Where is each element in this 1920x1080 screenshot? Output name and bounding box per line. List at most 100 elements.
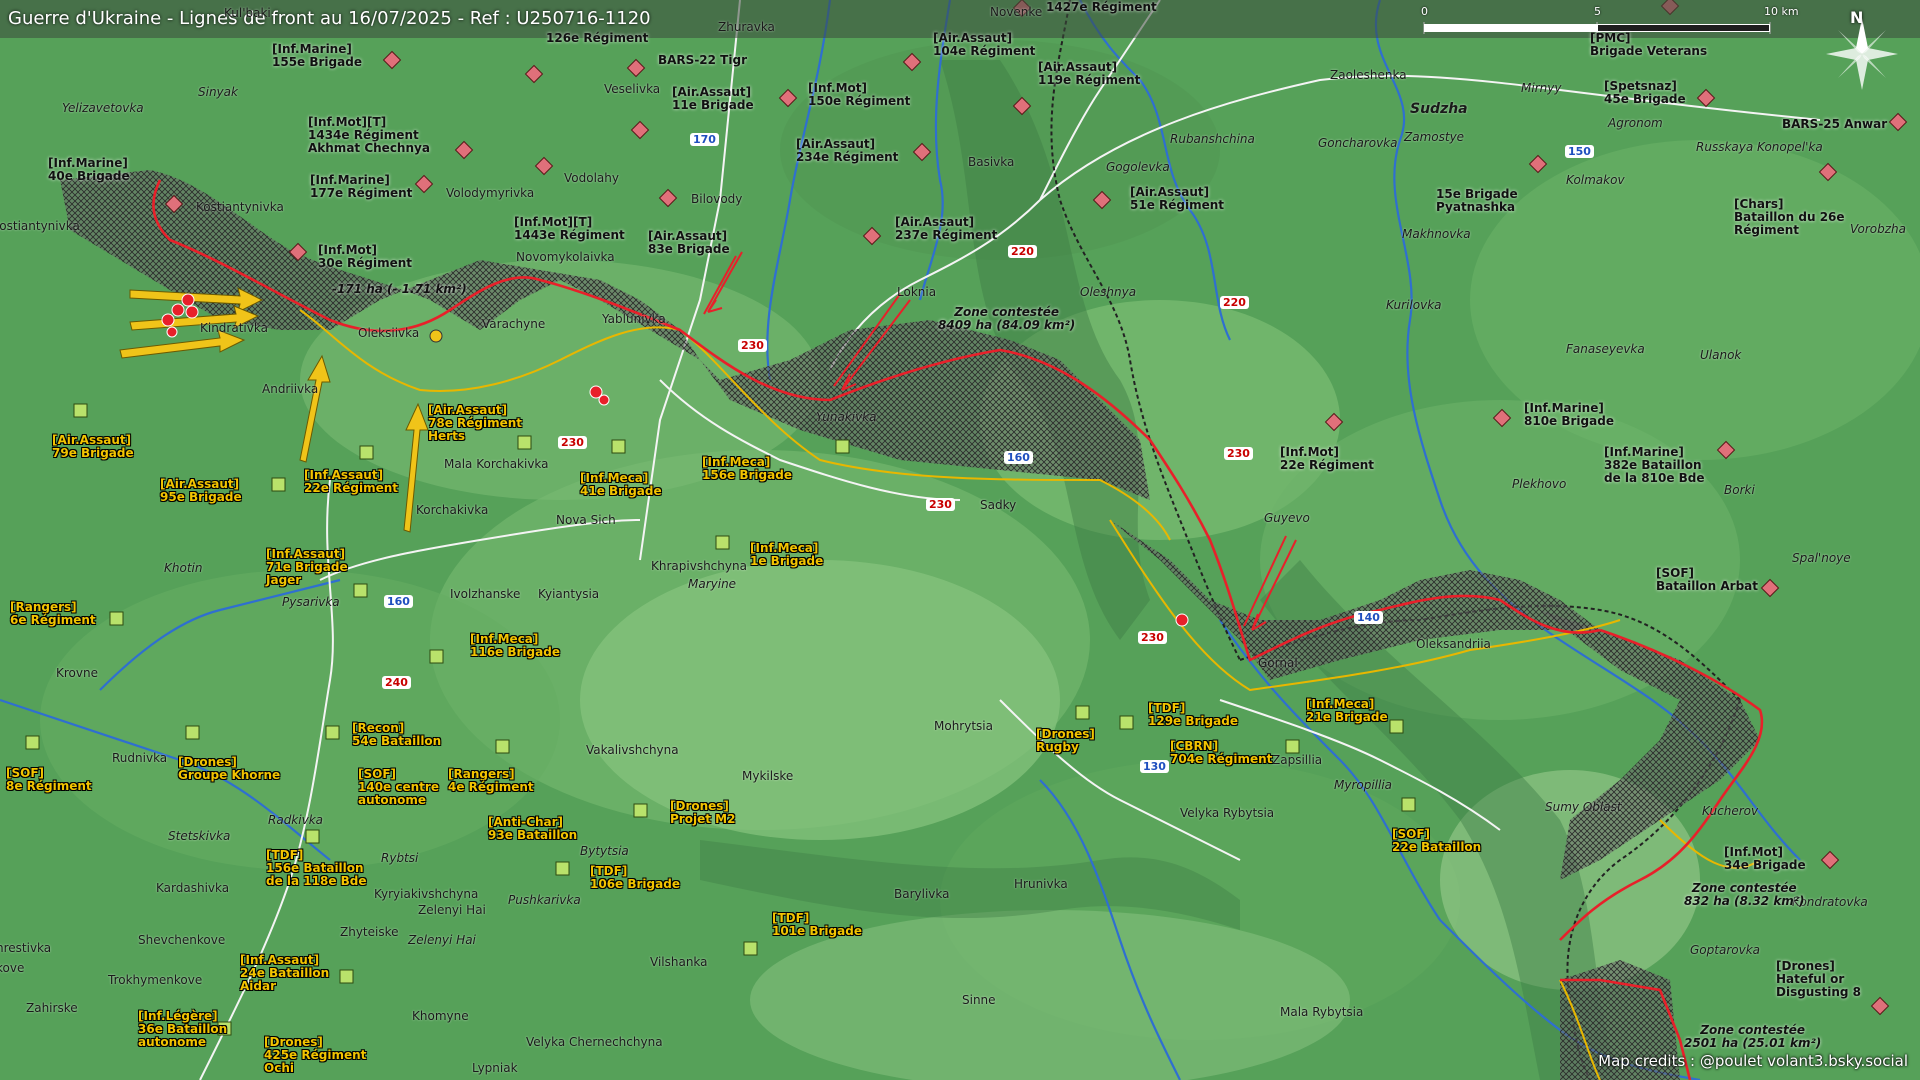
road-number: 230 — [738, 339, 767, 352]
contested-zone-label: Zone contestée 2501 ha (25.01 km²) — [1684, 1023, 1822, 1050]
place-label: Zapsillia — [1272, 753, 1323, 767]
road-number: 220 — [1008, 245, 1037, 258]
ukrainian-unit-label: [Inf.Assaut] 22e Régiment — [304, 468, 399, 495]
place-label: Barylivka — [894, 887, 950, 901]
ukrainian-unit-label: [Rangers] 6e Régiment — [10, 600, 96, 627]
place-label: Zhuravka — [718, 20, 775, 34]
road-number: 160 — [384, 595, 413, 608]
road-number: 230 — [926, 498, 955, 511]
ukrainian-unit-label: [Inf.Assaut] 71e Brigade Jager — [266, 547, 348, 587]
place-label: Khotin — [164, 561, 203, 575]
road-number: 240 — [382, 676, 411, 689]
place-label: Zelenyi Hai — [408, 933, 476, 947]
place-label: Zahirske — [26, 1001, 78, 1015]
place-label: Zhyteiske — [340, 925, 399, 939]
ukrainian-unit-label: [Anti-Char] 93e Bataillon — [488, 815, 578, 842]
ukrainian-unit-label: [Air.Assaut] 78e Régiment Herts — [428, 403, 523, 443]
place-label: Kurilovka — [1386, 298, 1442, 312]
place-label: Kindrativka — [200, 321, 268, 335]
russian-unit-label: [Inf.Marine] 177e Régiment — [310, 173, 413, 200]
place-label: Maryine — [688, 577, 737, 591]
place-label: Mala Korchakivka — [444, 457, 549, 471]
place-label: Vorobzha — [1850, 222, 1906, 236]
place-label: Khomyne — [412, 1009, 469, 1023]
place-label: hrestivka — [0, 941, 52, 955]
russian-unit-label: [Air.Assaut] 83e Brigade — [648, 229, 730, 256]
ukrainian-unit-label: [Inf.Meca] 156e Brigade — [702, 455, 792, 482]
place-label: Oleksandriia — [1416, 637, 1491, 651]
place-label: Yablunivka — [602, 312, 666, 326]
place-label: Guyevo — [1264, 511, 1310, 525]
place-label: Makhnovka — [1402, 227, 1471, 241]
place-label: Varachyne — [482, 317, 546, 331]
road-number: 230 — [1224, 447, 1253, 460]
place-label: Yelizavetovka — [62, 101, 144, 115]
place-label: Kucherov — [1702, 804, 1759, 818]
ukrainian-unit-label: [Air.Assaut] 79e Brigade — [52, 433, 134, 460]
russian-unit-label: 15e Brigade Pyatnashka — [1436, 187, 1518, 214]
ukrainian-unit-label: [Drones] 425e Régiment Ochi — [264, 1035, 367, 1075]
ukrainian-unit-label: [TDF] 156e Bataillon de la 118e Bde — [266, 848, 367, 888]
place-label: Spal'noye — [1792, 551, 1851, 565]
place-label: Kardashivka — [156, 881, 230, 895]
place-label: Stetskivka — [168, 829, 231, 843]
place-label: Kolmakov — [1566, 173, 1625, 187]
ukrainian-unit-label: [CBRN] 704e Régiment — [1170, 739, 1273, 766]
place-label: Kul'baki — [224, 6, 271, 20]
russian-unit-label: [Inf.Marine] 155e Brigade — [272, 42, 362, 69]
place-label: Gornal — [1258, 656, 1298, 670]
russian-unit-label: 126e Régiment — [546, 31, 649, 45]
road-number: 130 — [1140, 760, 1169, 773]
place-label: Goptarovka — [1690, 943, 1760, 957]
place-label: Agronom — [1608, 116, 1663, 130]
ukrainian-unit-label: [Air.Assaut] 95e Brigade — [160, 477, 242, 504]
place-label: Volodymyrivka — [446, 186, 535, 200]
map-canvas[interactable] — [0, 0, 1920, 1080]
place-label: Mykilske — [742, 769, 794, 783]
north-label: N — [1850, 8, 1864, 27]
ukrainian-unit-label: [SOF] 8e Régiment — [6, 766, 92, 793]
place-label: Bilovody — [691, 192, 743, 206]
place-label: Myropillia — [1334, 778, 1393, 792]
russian-unit-label: BARS-25 Anwar — [1782, 117, 1888, 131]
map-title: Guerre d'Ukraine - Lignes de front au 16… — [8, 8, 651, 29]
russian-unit-label: [Inf.Mot] 22e Régiment — [1280, 445, 1375, 472]
place-label: Khrapivshchyna — [651, 559, 747, 573]
russian-unit-label: [Air.Assaut] 119e Régiment — [1038, 60, 1141, 87]
place-label: Velyka Chernechchyna — [526, 1035, 663, 1049]
place-label: Shevchenkove — [138, 933, 226, 947]
ukrainian-unit-label: [TDF] 129e Brigade — [1148, 701, 1238, 728]
scale-label-0: 0 — [1421, 5, 1428, 18]
russian-unit-label: 1427e Régiment — [1046, 0, 1157, 14]
place-label: Novomykolaivka — [516, 250, 615, 264]
place-label: Andriivka — [262, 382, 319, 396]
place-label: Gogolevka — [1106, 160, 1170, 174]
place-label: Loknia — [897, 285, 937, 299]
contested-zone-label: Zone contestée 8409 ha (84.09 km²) — [938, 305, 1076, 332]
place-label: Mohrytsia — [934, 719, 993, 733]
russian-unit-label: [Air.Assaut] 51e Régiment — [1130, 185, 1225, 212]
place-label: Borki — [1724, 483, 1755, 497]
place-label: Sinyak — [198, 85, 238, 99]
road-number: 220 — [1220, 296, 1249, 309]
russian-unit-label: [Inf.Mot][T] 1443e Régiment — [514, 215, 625, 242]
place-label: Krovne — [56, 666, 98, 680]
place-label: Kostiantynivka — [0, 219, 80, 233]
ukrainian-unit-label: [TDF] 106e Brigade — [590, 864, 680, 891]
contested-zone-label: Zone contestée 832 ha (8.32 km²) — [1684, 881, 1805, 908]
ukrainian-unit-label: [Inf.Meca] 1e Brigade — [750, 541, 824, 568]
place-label: Kyryiakivshchyna — [374, 887, 479, 901]
ukrainian-unit-label: [Inf.Légère] 36e Bataillon autonome — [138, 1009, 228, 1049]
ukrainian-unit-label: [Rangers] 4e Régiment — [448, 767, 534, 794]
place-label: Plekhovo — [1512, 477, 1567, 491]
place-label: Oleshnya — [1080, 285, 1137, 299]
place-label: Basivka — [968, 155, 1015, 169]
place-label: kove — [0, 961, 25, 975]
place-label: Sudzha — [1410, 101, 1468, 117]
place-label: Pysarivka — [282, 595, 340, 609]
place-label: Goncharovka — [1318, 136, 1398, 150]
place-label: Russkaya Konopel'ka — [1696, 140, 1823, 154]
place-label: Zamostye — [1404, 130, 1465, 144]
place-label: Hrunivka — [1014, 877, 1068, 891]
place-label: Ivolzhanske — [450, 587, 521, 601]
